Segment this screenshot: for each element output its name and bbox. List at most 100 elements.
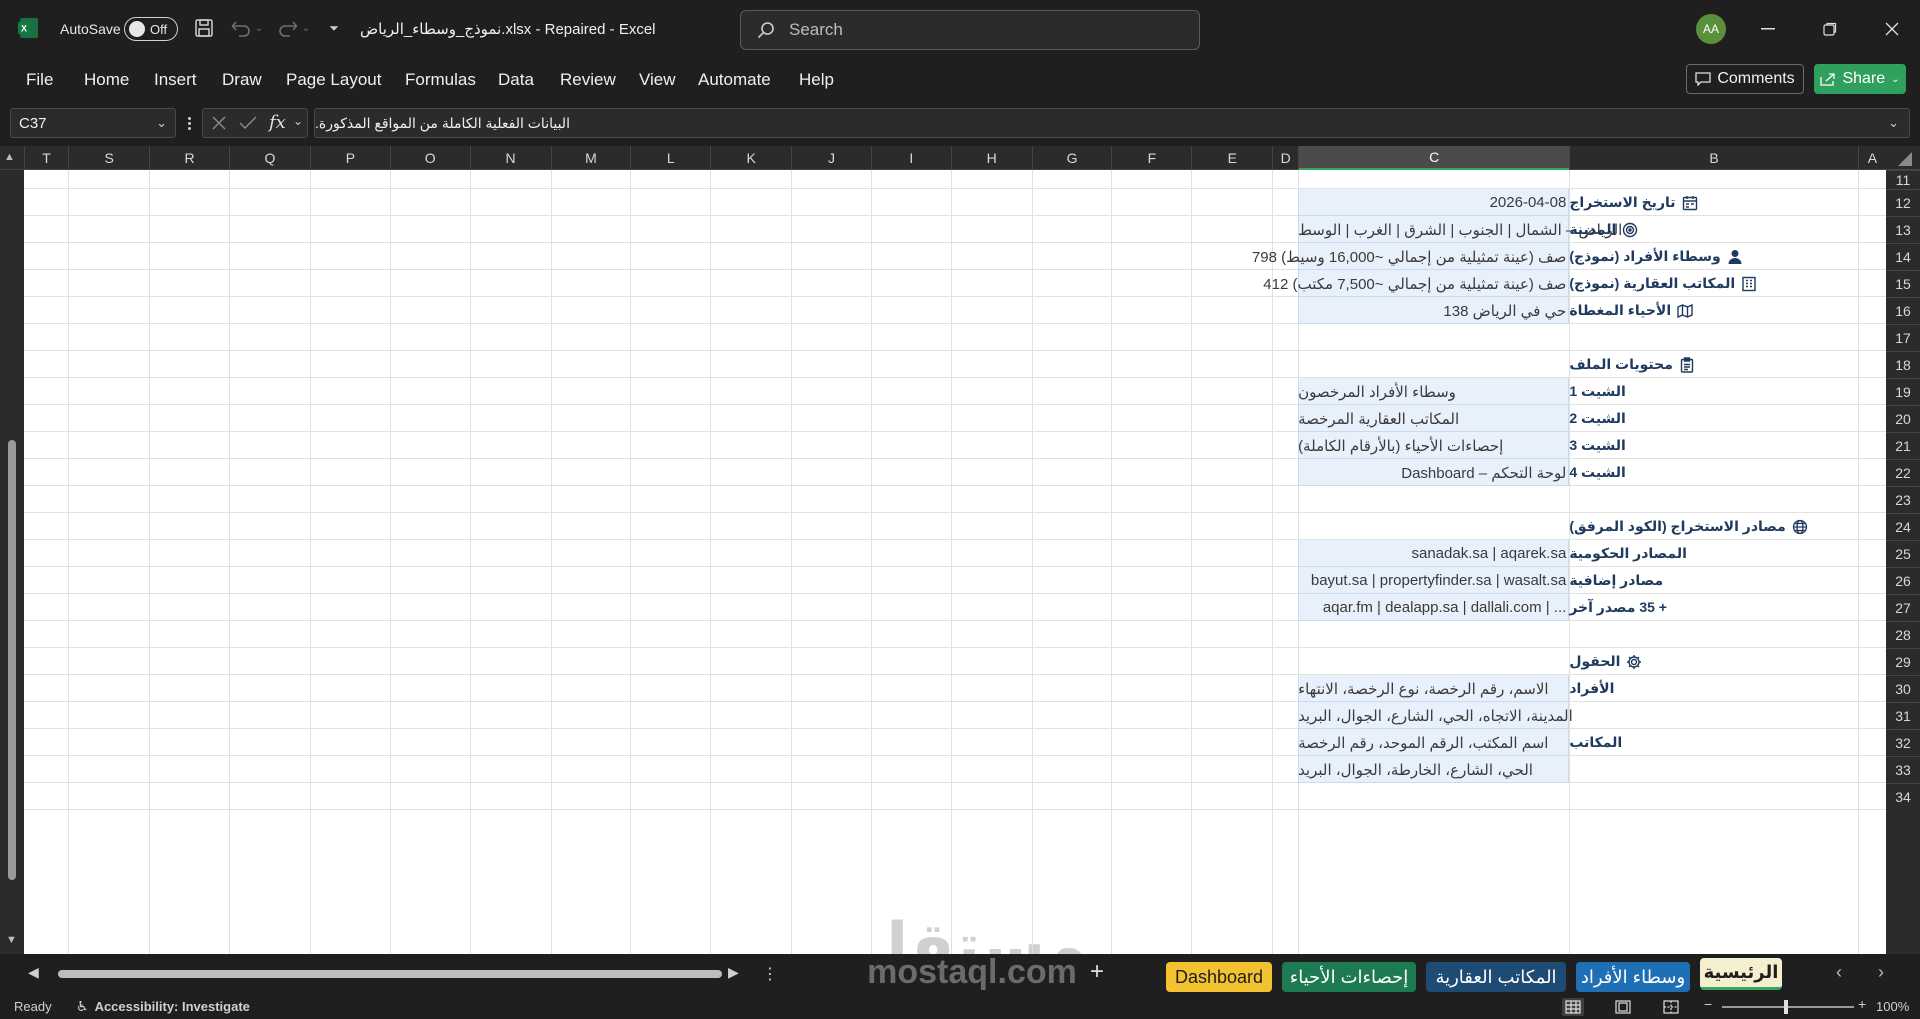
zoom-in-button[interactable]: + <box>1858 996 1866 1012</box>
cell-c19[interactable]: وسطاء الأفراد المرخصون <box>1298 378 1569 405</box>
comments-button[interactable]: Comments <box>1686 64 1804 94</box>
cell-b21[interactable]: الشيت 3 <box>1569 432 1857 459</box>
cell-c25[interactable]: sanadak.sa | aqarek.sa <box>1298 540 1569 567</box>
cell-c27[interactable]: aqar.fm | dealapp.sa | dallali.com | ... <box>1298 594 1569 621</box>
cell-b16[interactable]: الأحياء المغطاة <box>1569 297 1857 324</box>
scroll-up-arrow-icon[interactable]: ▲ <box>4 151 15 163</box>
undo-icon[interactable]: ⌄ <box>229 17 265 39</box>
column-header-e[interactable]: E <box>1191 146 1272 170</box>
page-layout-view-icon[interactable] <box>1612 998 1634 1016</box>
row-header-19[interactable]: 19 <box>1886 378 1920 405</box>
cancel-entry-icon[interactable] <box>211 115 227 136</box>
next-sheet-icon[interactable]: › <box>1878 962 1884 983</box>
column-header-l[interactable]: L <box>630 146 710 170</box>
formula-input[interactable]: البيانات الفعلية الكاملة من المواقع المذ… <box>314 108 1910 138</box>
column-header-r[interactable]: R <box>149 146 229 170</box>
cell-b12[interactable]: تاريخ الاستخراج <box>1569 189 1857 216</box>
cell-c12[interactable]: 2026-04-08 <box>1298 189 1569 216</box>
tab-data[interactable]: Data <box>498 58 534 102</box>
row-header-34[interactable]: 34 <box>1886 783 1920 810</box>
scroll-down-arrow-icon[interactable]: ▼ <box>6 934 17 946</box>
row-header-33[interactable]: 33 <box>1886 756 1920 783</box>
cell-b18[interactable]: محتويات الملف <box>1569 351 1857 378</box>
restore-icon[interactable] <box>1818 18 1842 40</box>
row-header-22[interactable]: 22 <box>1886 459 1920 486</box>
row-header-23[interactable]: 23 <box>1886 486 1920 513</box>
tab-help[interactable]: Help <box>799 58 834 102</box>
accessibility-status[interactable]: ♿ Accessibility: Investigate <box>76 994 250 1019</box>
tab-home[interactable]: Home <box>84 58 129 102</box>
row-header-27[interactable]: 27 <box>1886 594 1920 621</box>
vertical-scroll-thumb[interactable] <box>8 440 16 880</box>
share-button[interactable]: Share ⌄ <box>1814 64 1906 94</box>
tab-automate[interactable]: Automate <box>698 58 771 102</box>
cell-c26[interactable]: bayut.sa | propertyfinder.sa | wasalt.sa <box>1298 567 1569 594</box>
row-header-13[interactable]: 13 <box>1886 216 1920 243</box>
zoom-slider[interactable] <box>1722 1000 1854 1014</box>
cell-b27[interactable]: + 35 مصدر آخر <box>1569 594 1857 621</box>
hscroll-right-icon[interactable]: ▶ <box>728 964 739 981</box>
tab-file[interactable]: File <box>26 58 53 102</box>
select-all-corner[interactable] <box>1886 146 1920 170</box>
row-header-11[interactable]: 11 <box>1886 170 1920 189</box>
cell-b26[interactable]: مصادر إضافية <box>1569 567 1857 594</box>
column-header-f[interactable]: F <box>1111 146 1191 170</box>
column-header-d[interactable]: D <box>1272 146 1298 170</box>
sheet-tab-main[interactable]: الرئيسية <box>1700 958 1782 990</box>
cell-b30[interactable]: الأفراد <box>1569 675 1857 702</box>
cell-c22[interactable]: Dashboard – لوحة التحكم <box>1298 459 1569 486</box>
row-header-14[interactable]: 14 <box>1886 243 1920 270</box>
row-header-24[interactable]: 24 <box>1886 513 1920 540</box>
cell-c31[interactable]: المدينة، الاتجاه، الحي، الشارع، الجوال، … <box>1298 702 1573 729</box>
column-header-q[interactable]: Q <box>228 146 310 170</box>
cell-grid[interactable]: مستقل 2026-04-08 تاريخ الاستخراج الرياض – … <box>24 170 1886 954</box>
cell-b20[interactable]: الشيت 2 <box>1569 405 1857 432</box>
tabs-more-icon[interactable]: ⋮ <box>762 964 778 984</box>
row-header-25[interactable]: 25 <box>1886 540 1920 567</box>
confirm-entry-icon[interactable] <box>239 115 257 136</box>
cell-c20[interactable]: المكاتب العقارية المرخصة <box>1298 405 1569 432</box>
user-avatar[interactable]: AA <box>1696 14 1726 44</box>
cell-c33[interactable]: الحي، الشارع، الخارطة، الجوال، البريد <box>1298 756 1569 783</box>
row-header-31[interactable]: 31 <box>1886 702 1920 729</box>
minimize-icon[interactable] <box>1756 18 1780 40</box>
normal-view-icon[interactable] <box>1562 998 1584 1016</box>
cell-b14[interactable]: وسطاء الأفراد (نموذج) <box>1569 243 1857 270</box>
row-header-16[interactable]: 16 <box>1886 297 1920 324</box>
add-sheet-icon[interactable]: + <box>1090 958 1104 986</box>
more-options-icon[interactable] <box>182 112 196 134</box>
zoom-level[interactable]: 100% <box>1876 994 1909 1019</box>
sheet-tab-individual-brokers[interactable]: وسطاء الأفراد <box>1576 962 1690 992</box>
sheet-tab-neighborhood-stats[interactable]: إحصاءات الأحياء <box>1282 962 1416 992</box>
horizontal-scrollbar[interactable] <box>58 970 722 978</box>
column-header-b[interactable]: B <box>1569 146 1857 170</box>
row-header-26[interactable]: 26 <box>1886 567 1920 594</box>
tab-insert[interactable]: Insert <box>154 58 197 102</box>
row-header-29[interactable]: 29 <box>1886 648 1920 675</box>
row-header-12[interactable]: 12 <box>1886 189 1920 216</box>
row-header-32[interactable]: 32 <box>1886 729 1920 756</box>
cell-c15[interactable]: 412 صف (عينة تمثيلية من إجمالي ~7,500 مك… <box>1263 270 1569 297</box>
column-header-a[interactable]: A <box>1857 146 1886 170</box>
cell-b22[interactable]: الشيت 4 <box>1569 459 1857 486</box>
fx-dropdown-icon[interactable]: ⌄ <box>293 114 303 128</box>
vertical-scrollbar[interactable]: ▼ <box>0 170 24 954</box>
tab-formulas[interactable]: Formulas <box>405 58 476 102</box>
insert-function-icon[interactable]: fx <box>269 112 286 133</box>
cell-b29[interactable]: الحقول <box>1569 648 1857 675</box>
column-header-k[interactable]: K <box>710 146 791 170</box>
sheet-tab-dashboard[interactable]: Dashboard <box>1166 962 1272 992</box>
autosave-toggle[interactable]: Off <box>124 17 178 41</box>
column-header-t[interactable]: T <box>24 146 68 170</box>
expand-formula-icon[interactable]: ⌄ <box>1888 115 1899 131</box>
column-header-g[interactable]: G <box>1031 146 1112 170</box>
name-box[interactable]: C37 ⌄ <box>10 108 176 138</box>
zoom-slider-thumb[interactable] <box>1784 1000 1788 1014</box>
redo-icon[interactable]: ⌄ <box>276 17 312 39</box>
cell-b25[interactable]: المصادر الحكومية <box>1569 540 1857 567</box>
hscroll-left-icon[interactable]: ◀ <box>28 964 39 981</box>
column-header-o[interactable]: O <box>389 146 470 170</box>
cell-b19[interactable]: الشيت 1 <box>1569 378 1857 405</box>
cell-c21[interactable]: إحصاءات الأحياء (بالأرقام الكاملة) <box>1298 432 1569 459</box>
row-header-28[interactable]: 28 <box>1886 621 1920 648</box>
